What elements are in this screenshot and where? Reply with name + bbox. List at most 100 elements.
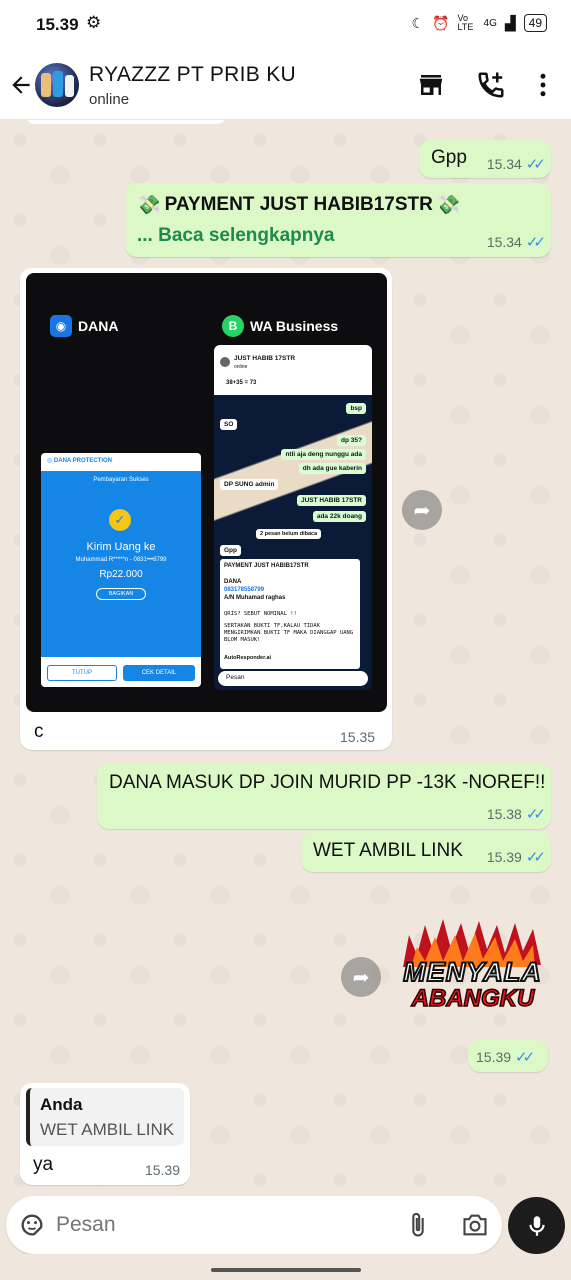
mic-button[interactable] <box>508 1197 565 1254</box>
dana-receipt-body: Pembayaran Sukses ✓ Kirim Uang ke Muhamm… <box>41 471 201 657</box>
back-arrow-icon[interactable] <box>8 70 34 100</box>
message-incoming-reply[interactable]: Anda WET AMBIL LINK ya 15.39 <box>20 1083 190 1185</box>
status-time: 15.39 <box>36 15 79 34</box>
sticker-icon[interactable] <box>18 1211 46 1239</box>
message-input-bar <box>6 1196 502 1254</box>
wa-mini-autoresponder: AutoResponder.ai <box>224 655 272 661</box>
message-time: 15.34 <box>486 156 522 172</box>
wa-mini-bubble: Gpp <box>220 545 241 556</box>
alarm-icon: ⏰ <box>432 14 450 31</box>
screenshot-image[interactable]: ◉ DANA B WA Business ◎ DANA PROTECTION P… <box>26 273 387 712</box>
add-call-icon[interactable] <box>476 70 506 100</box>
wa-mini-name: JUST HABIB 17STR <box>234 355 296 362</box>
sticker-text-2: ABANGKU <box>411 984 535 1013</box>
signal-label: 4G <box>483 17 497 29</box>
message-text: ya <box>33 1154 54 1175</box>
chat-area[interactable]: Gpp 15.34 ✓✓ 💸 PAYMENT JUST HABIB17STR 💸… <box>0 120 571 1196</box>
sticker-meta: 15.39 ✓✓ <box>468 1040 548 1072</box>
read-ticks-icon: ✓✓ <box>525 156 546 173</box>
check-coin-icon: ✓ <box>109 509 131 531</box>
read-ticks-icon: ✓✓ <box>525 806 546 823</box>
mic-icon <box>528 1215 545 1236</box>
read-ticks-icon: ✓✓ <box>525 234 546 251</box>
message-caption: c <box>34 721 44 742</box>
contact-name[interactable]: RYAZZZ PT PRIB KU <box>89 63 296 87</box>
battery-icon: 49 <box>523 14 547 32</box>
message-outgoing[interactable]: Gpp 15.34 ✓✓ <box>419 140 551 178</box>
previous-message-edge <box>26 120 226 124</box>
dana-logo-icon: ◉ <box>50 315 72 337</box>
system-nav-bar <box>0 1254 571 1280</box>
wa-business-label: B WA Business <box>222 315 338 337</box>
wa-mini-payment-bubble: PAYMENT JUST HABIB17STR DANA 08317855879… <box>220 559 360 669</box>
message-meta: 15.38 ✓✓ <box>486 805 546 823</box>
moon-icon: ☾ <box>411 14 425 31</box>
network-label: Vo LTE <box>457 13 474 32</box>
message-time: 15.39 <box>144 1162 180 1178</box>
dana-share-button: BAGIKAN <box>96 588 146 600</box>
wa-business-logo-icon: B <box>222 315 244 337</box>
wa-mini-an: A/N Muhamad raghas <box>224 595 286 601</box>
sticker-text-1: MENYALA <box>402 956 542 988</box>
signal-icon: ▟ <box>504 14 516 31</box>
quote-author: Anda <box>40 1095 83 1114</box>
wa-mini-input: Pesan <box>218 671 368 686</box>
status-icons: ☾ ⏰ Vo LTE 4G ▟ 49 <box>412 14 547 32</box>
dana-amount: Rp22.000 <box>99 569 143 580</box>
attach-icon[interactable] <box>404 1210 432 1240</box>
wa-mini-avatar <box>220 357 230 367</box>
read-more-link[interactable]: ... Baca selengkapnya <box>137 225 335 247</box>
dana-label-text: DANA <box>78 318 119 334</box>
dana-success-text: Pembayaran Sukses <box>93 477 149 483</box>
wa-mini-header: JUST HABIB 17STR online 38+35 = 73 <box>214 345 372 395</box>
dana-protection-label: ◎ DANA PROTECTION <box>47 458 113 464</box>
home-gesture-pill[interactable] <box>211 1268 361 1272</box>
message-text: WET AMBIL LINK <box>313 840 463 861</box>
store-icon[interactable] <box>416 70 446 100</box>
sticker-menyala-abangku[interactable]: MENYALA ABANGKU <box>395 915 550 1015</box>
message-time: 15.38 <box>486 806 522 822</box>
message-time: 15.34 <box>486 234 522 250</box>
quote-text: WET AMBIL LINK <box>40 1120 175 1139</box>
wa-mini-unread-label: 2 pesan belum dibaca <box>256 529 322 539</box>
message-outgoing[interactable]: WET AMBIL LINK 15.39 ✓✓ <box>301 832 551 872</box>
read-ticks-icon: ✓✓ <box>515 1049 535 1066</box>
message-title: PAYMENT JUST HABIB17STR <box>164 194 433 215</box>
forward-icon[interactable]: ➦ <box>402 490 442 530</box>
message-outgoing[interactable]: DANA MASUK DP JOIN MURID PP -13K -NOREF!… <box>97 763 551 829</box>
message-time: 15.35 <box>340 729 376 745</box>
money-wings-icon: 💸 <box>436 195 461 216</box>
wa-mini-number: 083178558799 <box>224 587 265 593</box>
wa-mini-bubble: ada 22k doang <box>312 511 366 522</box>
wa-mini-bubble: dh ada gue kaberin <box>298 463 366 474</box>
quoted-message[interactable]: Anda WET AMBIL LINK <box>26 1088 184 1146</box>
wa-mini-bubble: JUST HABIB 17STR <box>296 495 366 506</box>
wa-mini-bubble: dp 35? <box>337 435 366 446</box>
wa-mini-calc: 38+35 = 73 <box>226 380 257 386</box>
wa-business-label-text: WA Business <box>250 318 339 334</box>
dana-label: ◉ DANA <box>50 315 118 337</box>
dana-close-button: TUTUP <box>47 665 117 681</box>
forward-icon[interactable]: ➦ <box>341 957 381 997</box>
wa-mini-bubble: ntli aja deng nunggu ada <box>281 449 366 460</box>
status-bar: 15.39 ⚙ ☾ ⏰ Vo LTE 4G ▟ 49 <box>0 0 571 52</box>
wa-mini-qris: QRIS? SEBUT NOMINAL !! <box>224 611 297 617</box>
avatar[interactable] <box>35 63 79 107</box>
message-input[interactable] <box>56 1208 386 1242</box>
settings-icon: ⚙ <box>86 13 102 32</box>
more-menu-icon[interactable] <box>528 70 558 100</box>
wa-mini-bubble: SO <box>220 419 238 430</box>
wa-mini-dana: DANA <box>224 579 242 585</box>
message-outgoing[interactable]: 💸 PAYMENT JUST HABIB17STR 💸 ... Baca sel… <box>125 183 551 257</box>
camera-icon[interactable] <box>460 1211 490 1239</box>
dana-detail-button: CEK DETAIL <box>123 665 195 681</box>
chat-header: RYAZZZ PT PRIB KU online <box>0 52 571 120</box>
message-meta: 15.34 ✓✓ <box>486 155 546 173</box>
message-time: 15.39 <box>486 849 522 865</box>
message-text: DANA MASUK DP JOIN MURID PP -13K -NOREF!… <box>109 772 546 793</box>
wa-mini-payment-title: PAYMENT JUST HABIB17STR <box>224 563 309 569</box>
message-title-row: 💸 PAYMENT JUST HABIB17STR 💸 <box>137 193 461 217</box>
message-text: Gpp <box>431 147 467 168</box>
wa-mini-notice: SERTAKAN BUKTI TF,KALAU TIDAK MENGIRIMKA… <box>224 623 354 643</box>
read-ticks-icon: ✓✓ <box>525 849 546 866</box>
